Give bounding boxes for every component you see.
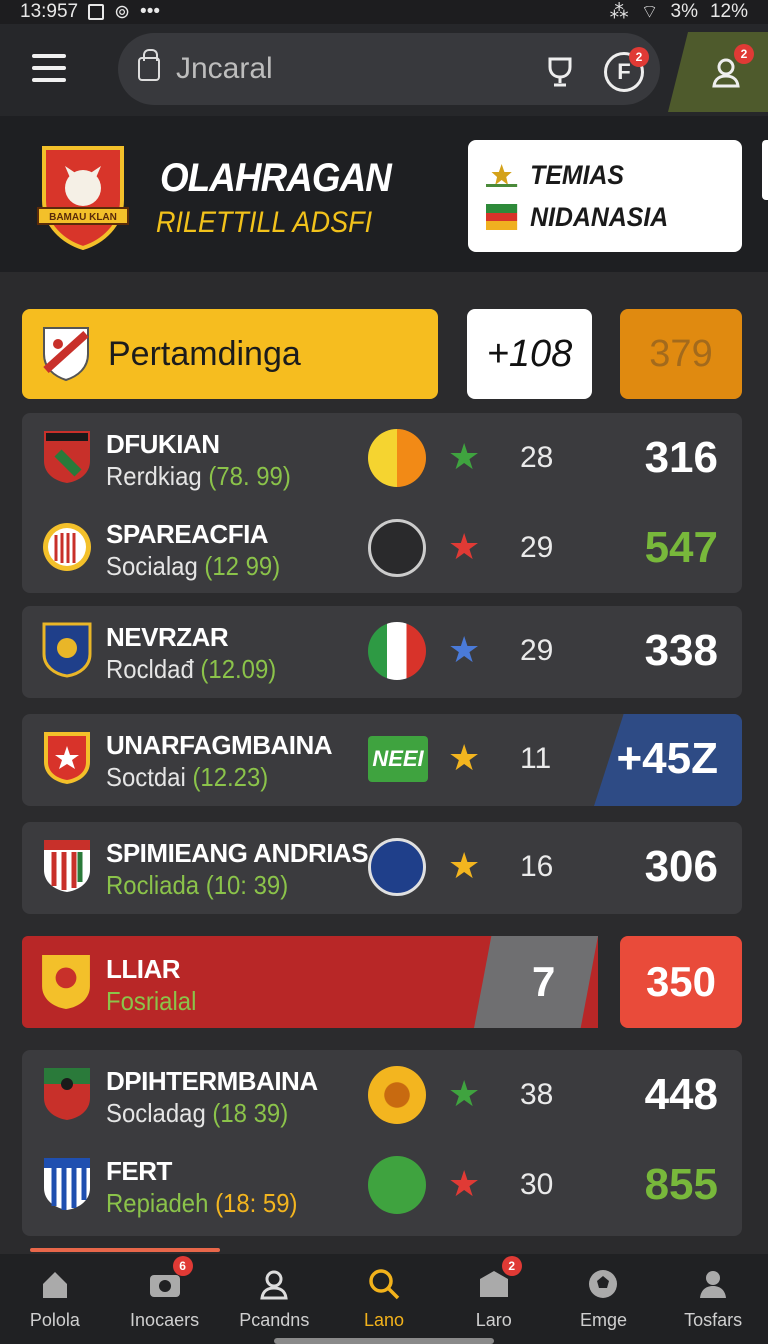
favorite-star-icon[interactable]: ★ xyxy=(448,527,480,567)
hero-title: OLAHRAGAN xyxy=(160,156,392,200)
hero-subtitle: RILETTILL ADSFI xyxy=(156,206,373,239)
notification-badge: 2 xyxy=(629,47,649,67)
tv-badge-icon: NEEI xyxy=(368,736,428,782)
nav-badge: 6 xyxy=(172,1256,193,1276)
category-alt-count[interactable]: 379 xyxy=(620,309,742,399)
favorite-star-icon[interactable]: ★ xyxy=(448,738,480,778)
live-score: 350 xyxy=(620,936,742,1028)
battery-text-1: 3% xyxy=(670,1,698,22)
active-indicator xyxy=(30,1248,220,1252)
match-row[interactable]: DPIHTERMBAINA Socladag (18 39) ★ 38 448 xyxy=(22,1050,742,1140)
team-crest-icon xyxy=(44,1068,90,1120)
match-row[interactable]: SPAREACFIA Socialag (12 99) ★ 29 547 xyxy=(22,503,742,593)
match-row[interactable]: FERT Repiadeh (18: 59) ★ 30 855 xyxy=(22,1140,742,1236)
more-icon: ••• xyxy=(140,1,161,22)
team-crest-icon xyxy=(44,732,90,784)
match-score: 316 xyxy=(644,433,718,482)
user-icon[interactable]: 2 xyxy=(706,44,754,92)
match-score: 448 xyxy=(644,1070,718,1119)
profile-tab[interactable]: 2 xyxy=(668,32,768,112)
team-crest-icon xyxy=(44,1158,90,1210)
inbox-icon: 2 xyxy=(474,1256,522,1304)
match-card: SPIMIEANG ANDRIAS Rocliada (10: 39) ★ 16… xyxy=(22,822,742,914)
category-label: Pertamdinga xyxy=(108,334,301,373)
favorite-star-icon[interactable]: ★ xyxy=(448,1074,480,1114)
match-card: DPIHTERMBAINA Socladag (18 39) ★ 38 448 … xyxy=(22,1050,742,1236)
flag-ball-icon xyxy=(368,622,426,680)
home-icon xyxy=(35,1264,75,1304)
category-button[interactable]: Pertamdinga xyxy=(22,309,438,399)
screenshot-icon xyxy=(88,4,105,20)
notification-f-icon[interactable]: F 2 xyxy=(604,47,649,92)
match-card: DFUKIAN Rerdkiag (78. 99) ★ 28 316 SPARE… xyxy=(22,413,742,593)
favorite-star-icon[interactable]: ★ xyxy=(448,437,480,477)
nav-item-camera[interactable]: 6 Inocaers xyxy=(110,1254,220,1344)
match-score: 547 xyxy=(644,523,718,572)
nav-item-search[interactable]: Lano xyxy=(329,1254,439,1344)
live-match-row[interactable]: LLIAR Fosrialal 7 350 xyxy=(22,936,742,1028)
trophy-icon[interactable] xyxy=(540,52,580,92)
nav-item-account[interactable]: Tosfars xyxy=(658,1254,768,1344)
language-option-2[interactable]: NIDANASIA xyxy=(486,196,705,238)
menu-icon[interactable] xyxy=(32,54,66,82)
favorite-star-icon[interactable]: ★ xyxy=(448,846,480,886)
nav-badge: 2 xyxy=(501,1256,522,1276)
hero-banner: BAMAU KLAN OLAHRAGAN RILETTILL ADSFI TEM… xyxy=(0,116,768,272)
favorite-star-icon[interactable]: ★ xyxy=(448,630,480,670)
match-score: 306 xyxy=(644,842,718,891)
category-row: Pertamdinga +108 379 xyxy=(22,309,742,399)
camera-icon: 6 xyxy=(145,1256,193,1304)
nav-item-inbox[interactable]: 2 Laro xyxy=(439,1254,549,1344)
card-edge xyxy=(762,140,768,200)
team-crest-icon xyxy=(42,622,92,678)
ball-icon xyxy=(368,429,426,487)
match-row[interactable]: NEVRZAR Rocldađ (12.09) ★ 29 338 xyxy=(22,606,742,696)
soccer-ball-icon xyxy=(583,1264,623,1304)
vibrate-icon: ⁂ xyxy=(609,1,629,23)
match-row[interactable]: UNARFAGMBAINA Soctdai (12.23) NEEI ★ 11 … xyxy=(22,714,742,804)
language-card[interactable]: TEMIAS NIDANASIA xyxy=(468,140,742,252)
home-indicator xyxy=(274,1338,494,1344)
team-crest-icon xyxy=(43,523,91,571)
nav-item-profile[interactable]: Pcandns xyxy=(219,1254,329,1344)
shield-icon xyxy=(43,327,89,382)
language-option-1[interactable]: TEMIAS xyxy=(486,154,705,196)
user-icon xyxy=(254,1264,294,1304)
sun-ball-icon xyxy=(368,1066,426,1124)
profile-badge: 2 xyxy=(734,44,754,64)
favorite-star-icon[interactable]: ★ xyxy=(448,1164,480,1204)
match-score: 338 xyxy=(644,626,718,675)
match-score: +45Z xyxy=(616,734,718,783)
status-time: 13:957 xyxy=(20,1,79,22)
team-crest-icon xyxy=(44,840,90,892)
sync-icon: ⊚ xyxy=(114,1,131,23)
top-bar: F 2 2 xyxy=(0,24,768,116)
live-minute: 7 xyxy=(532,958,556,1005)
match-card: UNARFAGMBAINA Soctdai (12.23) NEEI ★ 11 … xyxy=(22,714,742,806)
category-count[interactable]: +108 xyxy=(467,309,592,399)
match-card: NEVRZAR Rocldađ (12.09) ★ 29 338 xyxy=(22,606,742,698)
wifi-icon: ⌔ xyxy=(640,2,659,23)
club-logo: BAMAU KLAN xyxy=(37,146,129,250)
club-badge-icon xyxy=(368,519,426,577)
match-score: 855 xyxy=(644,1160,718,1209)
bottom-nav: Polola 6 Inocaers Pcandns Lano 2 Laro Em… xyxy=(0,1254,768,1344)
status-bar: 13:957 ⊚ ••• ⁂ ⌔ 3% 12% xyxy=(0,0,768,24)
battery-text-2: 12% xyxy=(709,1,748,22)
lock-icon xyxy=(138,49,160,81)
search-input[interactable] xyxy=(176,52,496,86)
flag-icon xyxy=(486,204,518,230)
team-crest-icon xyxy=(42,954,90,1010)
club-badge-icon xyxy=(368,1156,426,1214)
svg-text:BAMAU KLAN: BAMAU KLAN xyxy=(49,212,117,223)
star-flag-icon xyxy=(486,164,518,187)
person-icon xyxy=(693,1264,733,1304)
team-crest-icon xyxy=(44,431,90,483)
nav-item-ball[interactable]: Emge xyxy=(549,1254,659,1344)
nav-item-home[interactable]: Polola xyxy=(0,1254,110,1344)
club-badge-icon xyxy=(368,838,426,896)
match-row[interactable]: SPIMIEANG ANDRIAS Rocliada (10: 39) ★ 16… xyxy=(22,822,742,912)
match-row[interactable]: DFUKIAN Rerdkiag (78. 99) ★ 28 316 xyxy=(22,413,742,503)
search-icon xyxy=(364,1264,404,1304)
